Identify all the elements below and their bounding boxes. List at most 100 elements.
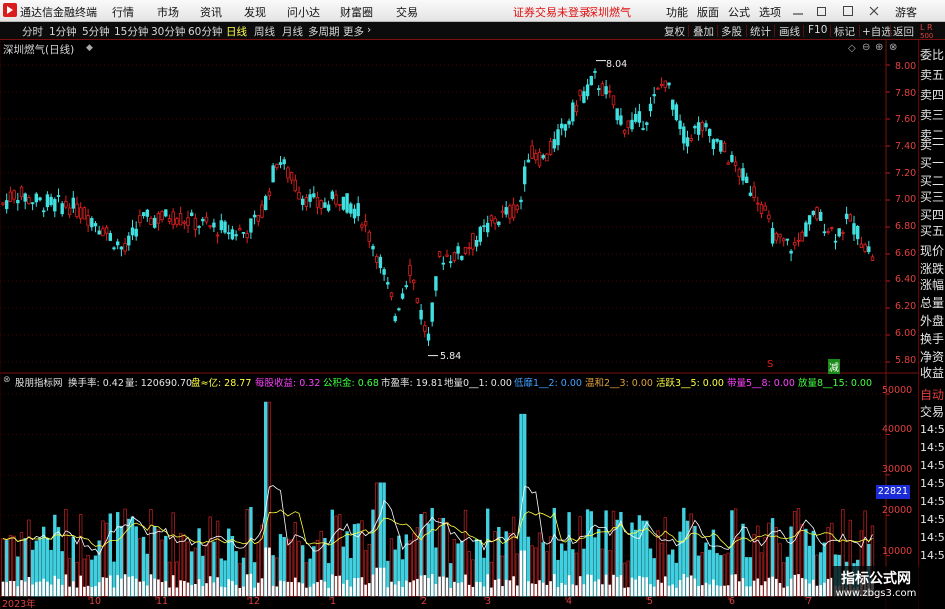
back-button[interactable]: 返回 [893,24,914,39]
menu-discover[interactable]: 发现 [244,4,266,20]
volume-base [194,584,197,596]
price-high-label: 8.04 [606,59,628,70]
menu-ask[interactable]: 问小达 [287,4,320,20]
candle-body [560,123,564,129]
x-label: 4 [566,596,573,607]
sidebar-item[interactable]: 买五 [920,222,944,239]
volume-base [408,582,412,596]
candle-body [108,233,112,241]
candle-body [722,142,727,153]
candle-body [844,213,849,220]
volume-base [567,575,571,596]
volume-base [149,574,153,596]
period-15min[interactable]: 15分钟 [114,24,148,39]
volume-base [268,547,271,596]
sidebar-item[interactable]: 涨幅 [920,276,944,293]
candle-body [104,227,109,234]
period-week[interactable]: 周线 [254,24,275,39]
sidebar-item[interactable]: 卖一 [920,136,944,153]
menu-options[interactable]: 选项 [759,4,781,20]
multi-stock-button[interactable]: 多股 [721,24,742,39]
overlay-button[interactable]: 叠加 [693,24,714,39]
chevron-right-icon[interactable]: › [367,24,371,36]
trade-label[interactable]: 交易 [920,403,944,420]
volume-base [179,580,182,596]
candle-body [93,223,98,227]
volume-base [86,585,90,596]
menu-layout[interactable]: 版面 [697,4,719,20]
maximize-icon[interactable] [842,5,854,17]
candle-body [175,218,179,225]
candle-body [856,226,860,240]
close-panel-icon[interactable]: ⊗ [889,42,897,53]
dropdown-icon[interactable]: ◆ [86,43,93,53]
indicator-toggle-icon[interactable]: ⊗ [3,375,11,385]
auto-label[interactable]: 自动 [920,386,944,403]
f10-button[interactable]: F10 [808,24,827,36]
sidebar-item[interactable]: 买三 [920,188,944,205]
candle-body [497,221,501,226]
period-1min[interactable]: 1分钟 [49,24,77,39]
volume-base [608,584,612,596]
zoom-out-icon[interactable]: ⊖ [862,42,870,53]
period-5min[interactable]: 5分钟 [82,24,110,39]
menu-market[interactable]: 市场 [157,4,179,20]
menu-quotes[interactable]: 行情 [112,4,134,20]
candle-body [800,231,804,242]
volume-base [294,577,297,596]
vol-y-tick: 40000 [882,424,913,435]
volume-base [197,579,201,596]
sidebar-item[interactable]: 卖三 [920,106,944,123]
y-tick: 7.60 [895,114,917,125]
sidebar-item[interactable]: 买二 [920,172,944,189]
stats-button[interactable]: 统计 [750,24,771,39]
menu-news[interactable]: 资讯 [200,4,222,20]
adjust-button[interactable]: 复权 [664,24,685,39]
stock-chart[interactable] [0,40,918,609]
zoom-in-icon[interactable]: ⊕ [875,42,883,53]
sidebar-item[interactable]: 委比 [920,46,944,63]
add-favorite-button[interactable]: +自选 [862,24,892,39]
period-more[interactable]: 更多 [343,24,364,39]
sidebar-item[interactable]: 换手 [920,330,944,347]
volume-base [752,580,756,596]
period-tick[interactable]: 分时 [22,24,43,39]
sidebar-item[interactable]: 外盘 [920,312,944,329]
sidebar-item[interactable]: 涨跌 [920,260,944,277]
restore-icon[interactable] [816,5,828,17]
menu-function[interactable]: 功能 [666,4,688,20]
period-day[interactable]: 日线 [226,24,247,39]
sidebar-header[interactable]: L R [920,24,933,32]
user-label[interactable]: 游客 [895,4,917,20]
volume-base [94,585,97,596]
sidebar-item[interactable]: 净资 [920,348,944,365]
sidebar-item[interactable]: 卖五 [920,66,944,83]
sidebar-item[interactable]: 总量 [920,294,944,311]
candle-body [101,228,105,237]
sidebar-item[interactable]: 买四 [920,206,944,223]
period-multi[interactable]: 多周期 [308,24,340,39]
sidebar-item[interactable]: 买一 [920,154,944,171]
sidebar-item[interactable]: 现价 [920,242,944,259]
mark-button[interactable]: 标记 [834,24,855,39]
volume-base [316,582,319,596]
candle-body [556,129,560,146]
candle-body [474,240,479,247]
draw-line-button[interactable]: 画线 [779,24,800,39]
menu-wealth[interactable]: 财富圈 [340,4,373,20]
period-30min[interactable]: 30分钟 [151,24,185,39]
chart-title: 深圳燃气(日线) [3,44,75,56]
menu-formula[interactable]: 公式 [728,4,750,20]
period-month[interactable]: 月线 [282,24,303,39]
menu-trade[interactable]: 交易 [396,4,418,20]
sidebar-item[interactable]: 卖四 [920,86,944,103]
candle-body [478,226,482,242]
period-60min[interactable]: 60分钟 [188,24,222,39]
close-icon[interactable] [868,5,880,17]
volume-base [27,576,31,596]
separator [717,25,718,37]
volume-base [667,585,671,596]
sidebar-item[interactable]: 收益 [920,364,944,381]
diamond-icon[interactable]: ◇ [848,43,856,54]
minimize-icon[interactable] [792,5,804,17]
